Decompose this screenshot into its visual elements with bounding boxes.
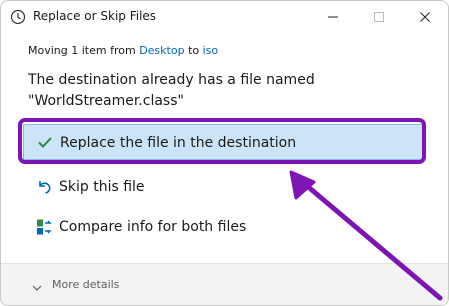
moving-prefix: Moving 1 item from bbox=[28, 44, 136, 57]
chevron-down-icon[interactable] bbox=[31, 279, 43, 298]
message-file-name: "WorldStreamer.class" bbox=[28, 93, 184, 109]
skip-option[interactable]: Skip this file bbox=[23, 169, 423, 205]
window-title: Replace or Skip Files bbox=[33, 9, 157, 23]
maximize-icon bbox=[374, 12, 384, 22]
close-icon bbox=[420, 12, 430, 22]
highlight-box bbox=[18, 118, 426, 164]
undo-arrow-icon bbox=[35, 178, 53, 196]
conflict-message: The destination already has a file named… bbox=[28, 70, 408, 112]
replace-or-skip-dialog: Replace or Skip Files Moving 1 item from… bbox=[0, 0, 449, 306]
footer: More details bbox=[1, 263, 448, 305]
moving-status: Moving 1 item from Desktop to iso bbox=[28, 44, 218, 57]
more-details-toggle[interactable]: More details bbox=[52, 278, 119, 291]
close-button[interactable] bbox=[402, 1, 448, 33]
maximize-button[interactable] bbox=[356, 1, 402, 33]
title-bar: Replace or Skip Files bbox=[1, 1, 448, 33]
minimize-button[interactable] bbox=[310, 1, 356, 33]
source-folder-link[interactable]: Desktop bbox=[139, 44, 184, 57]
moving-connector: to bbox=[188, 44, 200, 57]
message-line-1: The destination already has a file named bbox=[28, 72, 315, 88]
clock-icon bbox=[10, 9, 26, 25]
compare-option-label: Compare info for both files bbox=[59, 219, 247, 235]
compare-option[interactable]: Compare info for both files bbox=[23, 209, 423, 245]
destination-folder-link[interactable]: iso bbox=[203, 44, 219, 57]
skip-option-label: Skip this file bbox=[59, 179, 145, 195]
compare-icon bbox=[35, 218, 53, 236]
minimize-icon bbox=[328, 16, 338, 18]
